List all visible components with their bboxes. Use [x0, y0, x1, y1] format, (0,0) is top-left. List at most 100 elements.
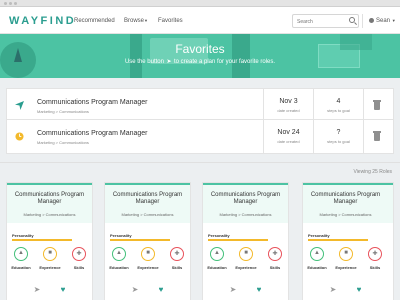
skills-label: Skills [369, 265, 381, 270]
heart-icon[interactable]: ♥ [57, 285, 69, 295]
favorite-title[interactable]: Communications Program Manager [37, 130, 148, 137]
steps-cell: ? steps to goal [313, 120, 363, 153]
page-title: Favorites [175, 42, 225, 56]
window-close-dot[interactable] [4, 2, 7, 5]
role-card-footer: ➤ ♥ [203, 280, 288, 300]
experience-label: Experience [235, 265, 257, 270]
steps-value: 4 [336, 98, 341, 105]
date-created-value: Nov 24 [277, 129, 300, 136]
role-card-path: Marketing > Communications [23, 212, 76, 217]
hero-decor-column [232, 34, 250, 78]
briefcase-icon[interactable]: ■ [43, 247, 57, 261]
role-card-title[interactable]: Communications Program Manager [10, 192, 89, 206]
role-card[interactable]: Communications Program Manager Marketing… [202, 182, 289, 300]
search-input[interactable] [297, 17, 345, 26]
tool-icon[interactable]: ✚ [72, 247, 86, 261]
tool-icon[interactable]: ✚ [368, 247, 382, 261]
page-subtitle: Use the button ➤ to create a plan for your… [0, 58, 400, 65]
results-count: Viewing 25 Roles [353, 169, 392, 175]
date-created-cell: Nov 24 date created [263, 120, 313, 153]
chevron-down-icon[interactable]: ▼ [144, 18, 148, 23]
section-divider [0, 162, 400, 163]
role-card-path: Marketing > Communications [219, 212, 272, 217]
role-card[interactable]: Communications Program Manager Marketing… [6, 182, 93, 300]
nav-favorites[interactable]: Favorites [158, 18, 183, 24]
user-name: Sean [376, 18, 391, 24]
window-zoom-dot[interactable] [14, 2, 17, 5]
paper-plane-icon[interactable] [15, 101, 24, 110]
experience-label: Experience [335, 265, 357, 270]
subtitle-text-before: Use the button [124, 59, 164, 65]
role-card-header: Communications Program Manager Marketing… [105, 183, 190, 223]
trash-icon[interactable] [373, 100, 381, 110]
window-minimize-dot[interactable] [9, 2, 12, 5]
tool-icon[interactable]: ✚ [268, 247, 282, 261]
favorite-title[interactable]: Communications Program Manager [37, 99, 148, 106]
date-created-label: date created [277, 108, 300, 113]
steps-label: steps to goal [327, 108, 350, 113]
user-menu[interactable]: Sean ▼ [369, 18, 396, 24]
nav-recommended[interactable]: Recommended [74, 18, 115, 24]
trash-icon[interactable] [373, 131, 381, 141]
chevron-down-icon: ▼ [391, 18, 396, 23]
favorite-row[interactable]: Communications Program Manager Marketing… [6, 88, 394, 123]
personality-label: Personality [308, 233, 330, 238]
paper-plane-icon[interactable]: ➤ [227, 285, 239, 295]
clock-icon[interactable] [15, 132, 24, 141]
skills-label: Skills [171, 265, 183, 270]
date-created-label: date created [277, 139, 300, 144]
paper-plane-icon[interactable]: ➤ [327, 285, 339, 295]
education-label: Education [109, 265, 129, 270]
personality-bar [308, 239, 368, 241]
personality-bar [110, 239, 170, 241]
role-card[interactable]: Communications Program Manager Marketing… [302, 182, 394, 300]
role-card-header: Communications Program Manager Marketing… [303, 183, 393, 223]
browser-toolbar [0, 0, 400, 7]
education-label: Education [207, 265, 227, 270]
user-icon [369, 18, 374, 23]
personality-label: Personality [12, 233, 34, 238]
briefcase-icon[interactable]: ■ [141, 247, 155, 261]
role-card-header: Communications Program Manager Marketing… [203, 183, 288, 223]
role-card-path: Marketing > Communications [319, 212, 372, 217]
graduation-cap-icon[interactable]: ▲ [112, 247, 126, 261]
favorite-path: Marketing > Communications [37, 109, 89, 114]
hero-decor-bar [130, 34, 142, 78]
role-card-footer: ➤ ♥ [303, 280, 388, 300]
graduation-cap-icon[interactable]: ▲ [210, 247, 224, 261]
briefcase-icon[interactable]: ■ [239, 247, 253, 261]
steps-value: ? [336, 129, 341, 136]
search-icon[interactable] [349, 17, 355, 23]
nav-browse[interactable]: Browse [124, 18, 144, 24]
experience-label: Experience [137, 265, 159, 270]
date-created-value: Nov 3 [279, 98, 298, 105]
paper-plane-icon[interactable]: ➤ [31, 285, 43, 295]
personality-label: Personality [208, 233, 230, 238]
graduation-cap-icon[interactable]: ▲ [14, 247, 28, 261]
heart-icon[interactable]: ♥ [155, 285, 167, 295]
graduation-cap-icon[interactable]: ▲ [310, 247, 324, 261]
favorite-path: Marketing > Communications [37, 140, 89, 145]
role-card-path: Marketing > Communications [121, 212, 174, 217]
hero-banner: Favorites Use the button ➤ to create a pla… [0, 34, 400, 78]
tool-icon[interactable]: ✚ [170, 247, 184, 261]
role-card[interactable]: Communications Program Manager Marketing… [104, 182, 191, 300]
role-card-title[interactable]: Communications Program Manager [108, 192, 187, 206]
steps-label: steps to goal [327, 139, 350, 144]
experience-label: Experience [39, 265, 61, 270]
heart-icon[interactable]: ♥ [253, 285, 265, 295]
education-label: Education [11, 265, 31, 270]
personality-label: Personality [110, 233, 132, 238]
skills-label: Skills [73, 265, 85, 270]
steps-cell: 4 steps to goal [313, 89, 363, 122]
subtitle-text-after: to create a plan for your favorite roles… [173, 59, 276, 65]
logo[interactable]: WAYFIND [9, 15, 76, 27]
favorite-row[interactable]: Communications Program Manager Marketing… [6, 119, 394, 154]
paper-plane-icon[interactable]: ➤ [129, 285, 141, 295]
heart-icon[interactable]: ♥ [353, 285, 365, 295]
briefcase-icon[interactable]: ■ [339, 247, 353, 261]
role-card-title[interactable]: Communications Program Manager [306, 192, 385, 206]
education-label: Education [307, 265, 327, 270]
paper-plane-icon: ➤ [166, 59, 172, 65]
role-card-title[interactable]: Communications Program Manager [206, 192, 285, 206]
